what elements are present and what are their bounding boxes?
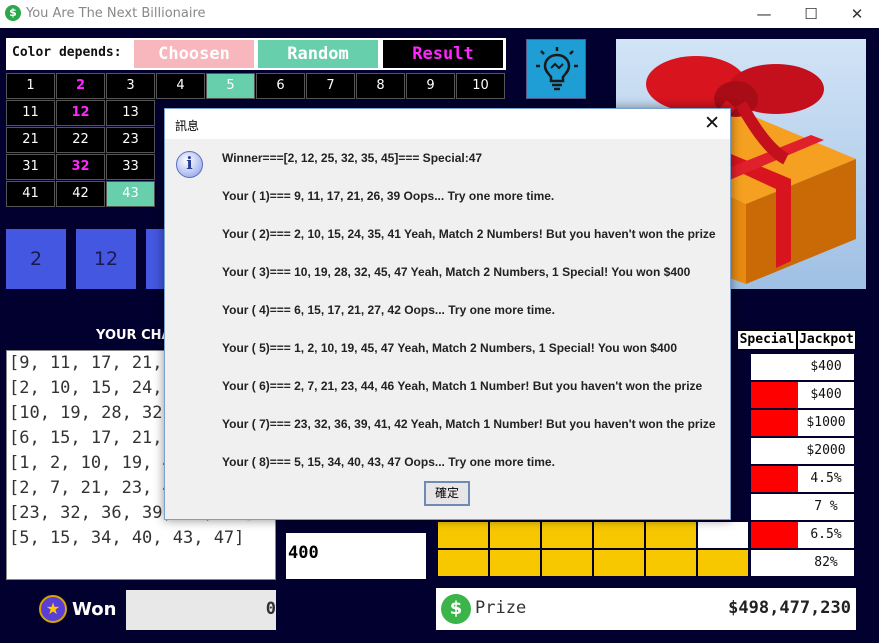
dialog-result-line: Your ( 4)=== 6, 15, 17, 21, 27, 42 Oops.… [222,303,555,317]
prize-bar-segment [698,550,748,576]
amount-field[interactable]: 400 [286,533,426,579]
special-cell [751,494,798,520]
number-cell[interactable]: 22 [56,127,105,153]
number-cell[interactable]: 41 [6,181,55,207]
color-legend-label: Color depends: [12,45,122,60]
jackpot-value: 6.5% [798,522,854,548]
prize-bar-segment [542,522,592,548]
prize-value: $498,477,230 [728,598,851,618]
number-cell[interactable]: 7 [306,73,355,99]
ok-button[interactable]: 確定 [424,481,470,506]
number-cell[interactable]: 13 [106,100,155,126]
dialog-result-line: Your ( 1)=== 9, 11, 17, 21, 26, 39 Oops.… [222,189,555,203]
dialog-result-line: Your ( 8)=== 5, 15, 34, 40, 43, 47 Oops.… [222,455,555,469]
number-cell[interactable]: 43 [106,181,155,207]
picked-number[interactable]: 2 [6,229,66,289]
legend-result: Result [383,40,503,68]
prize-bar-segment [490,522,540,548]
number-cell[interactable]: 33 [106,154,155,180]
jackpot-value: 4.5% [798,466,854,492]
prize-label: Prize [475,598,527,618]
close-window-button[interactable]: ✕ [834,0,879,28]
header-special: Special [737,330,797,350]
number-cell[interactable]: 21 [6,127,55,153]
number-cell[interactable]: 3 [106,73,155,99]
dialog-result-line: Your ( 5)=== 1, 2, 10, 19, 45, 47 Yeah, … [222,341,677,355]
header-jackpot: Jackpot [797,330,856,350]
prize-bar-segment [594,550,644,576]
window-title: You Are The Next Billionaire [26,6,206,21]
jackpot-value: $400 [798,354,854,380]
number-cell[interactable]: 42 [56,181,105,207]
title-bar: $ You Are The Next Billionaire — ☐ ✕ [0,0,879,28]
number-cell[interactable]: 4 [156,73,205,99]
app-dollar-icon: $ [5,5,21,21]
dialog-result-line: Your ( 6)=== 2, 7, 21, 23, 44, 46 Yeah, … [222,379,703,393]
prize-bar-segment [542,550,592,576]
prize-bar-segment [490,550,540,576]
dialog-result-line: Your ( 7)=== 23, 32, 36, 39, 41, 42 Yeah… [222,417,716,431]
legend-chosen: Choosen [134,40,254,68]
special-cell [751,438,798,464]
picked-number[interactable]: 12 [76,229,136,289]
message-dialog: 訊息 ✕ i Winner===[2, 12, 25, 32, 35, 45]=… [164,108,731,520]
dialog-winner-line: Winner===[2, 12, 25, 32, 35, 45]=== Spec… [222,151,483,165]
won-value: 0 [265,599,276,619]
prize-panel: $ Prize $498,477,230 [436,588,856,630]
jackpot-value: 7 % [798,494,854,520]
dialog-result-line: Your ( 2)=== 2, 10, 15, 24, 35, 41 Yeah,… [222,227,716,241]
minimize-button[interactable]: — [741,0,787,28]
special-cell [751,466,798,492]
number-cell[interactable]: 23 [106,127,155,153]
jackpot-value: 82% [798,550,854,576]
amount-value: 400 [288,543,319,563]
number-cell[interactable]: 32 [56,154,105,180]
ticket-row: [5, 15, 34, 40, 43, 47] [9,528,245,548]
special-cell [751,522,798,548]
number-cell[interactable]: 10 [456,73,505,99]
special-cell [751,382,798,408]
jackpot-value: $1000 [798,410,854,436]
lightbulb-icon [536,47,578,91]
dollar-icon: $ [441,594,471,624]
dialog-result-line: Your ( 3)=== 10, 19, 28, 32, 45, 47 Yeah… [222,265,691,279]
won-label: Won [72,599,117,620]
prize-bar-segment [594,522,644,548]
prize-bar-segment [438,522,488,548]
picked-number-partial[interactable] [146,229,164,289]
legend-random: Random [258,40,378,68]
info-icon: i [176,151,203,178]
won-panel: ★ Won 0 [6,588,276,630]
prize-bar-segment [646,550,696,576]
dialog-title: 訊息 [175,119,200,133]
number-cell[interactable]: 5 [206,73,255,99]
dialog-close-button[interactable]: ✕ [704,112,720,134]
maximize-button[interactable]: ☐ [788,0,834,28]
special-cell [751,410,798,436]
won-box: 0 [126,590,276,630]
number-cell[interactable]: 2 [56,73,105,99]
jackpot-value: $400 [798,382,854,408]
lightbulb-button[interactable] [526,39,586,99]
number-cell[interactable]: 11 [6,100,55,126]
special-cell [751,550,798,576]
prize-bar-segment [698,522,748,548]
number-cell[interactable]: 8 [356,73,405,99]
number-cell[interactable]: 6 [256,73,305,99]
star-icon: ★ [39,595,67,623]
prize-bar-segment [646,522,696,548]
number-cell[interactable]: 12 [56,100,105,126]
number-cell[interactable]: 31 [6,154,55,180]
number-cell[interactable]: 1 [6,73,55,99]
number-cell[interactable]: 9 [406,73,455,99]
color-legend: Color depends: Choosen Random Result [6,38,506,70]
prize-bar-segment [438,550,488,576]
jackpot-value: $2000 [798,438,854,464]
special-cell [751,354,798,380]
dialog-title-bar: 訊息 ✕ [165,109,730,139]
